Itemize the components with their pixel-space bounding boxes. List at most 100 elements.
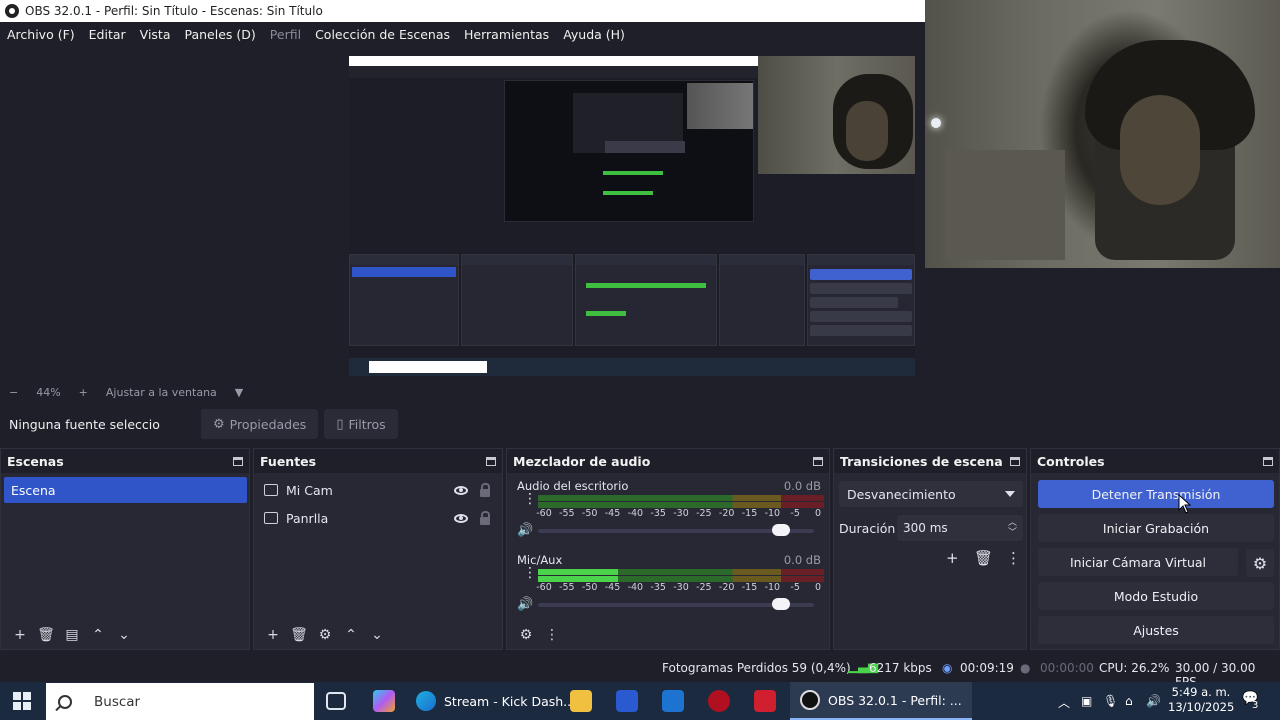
db-tick-label: -60 xyxy=(536,508,552,519)
db-tick-label: -55 xyxy=(559,508,575,519)
filters-button[interactable]: ▯ Filtros xyxy=(324,409,398,439)
menu-paneles[interactable]: Paneles (D) xyxy=(185,27,256,42)
lock-icon[interactable] xyxy=(480,510,490,525)
title-bar: OBS 32.0.1 - Perfil: Sin Título - Escena… xyxy=(0,0,925,22)
settings-button[interactable]: Ajustes xyxy=(1038,616,1274,644)
db-tick-label: -55 xyxy=(559,582,575,593)
menu-herramientas[interactable]: Herramientas xyxy=(464,27,549,42)
studio-mode-button[interactable]: Modo Estudio xyxy=(1038,582,1274,610)
outlook-icon[interactable] xyxy=(662,690,684,712)
undock-icon[interactable] xyxy=(813,456,823,466)
trash-icon[interactable]: 🗑 xyxy=(33,627,59,643)
webcam-feed xyxy=(925,0,1280,268)
db-tick-label: -30 xyxy=(673,582,689,593)
move-up-icon[interactable]: ⌃ xyxy=(338,627,364,643)
store-icon[interactable] xyxy=(616,690,638,712)
zoom-in-button[interactable]: + xyxy=(79,386,88,399)
trash-icon[interactable]: 🗑 xyxy=(974,549,993,567)
kebab-menu-icon[interactable]: ⋮ xyxy=(1006,549,1021,567)
taskbar-search[interactable]: Buscar xyxy=(46,683,314,720)
mixer-settings-icon[interactable]: ⚙ xyxy=(513,627,539,643)
fit-to-window-label[interactable]: Ajustar a la ventana xyxy=(106,386,217,399)
menu-coleccion-escenas[interactable]: Colección de Escenas xyxy=(315,27,450,42)
camera-icon xyxy=(264,484,278,496)
stream-time: 00:09:19 xyxy=(960,661,1014,675)
move-down-icon[interactable]: ⌄ xyxy=(111,627,137,643)
kebab-menu-icon[interactable]: ⋮ xyxy=(523,566,537,580)
undock-icon[interactable] xyxy=(486,456,496,466)
tray-app-icon[interactable]: ▣ xyxy=(1081,694,1092,708)
bitrate: 6217 kbps xyxy=(869,661,932,675)
app-recorder-icon[interactable] xyxy=(754,690,776,712)
speaker-icon[interactable]: 🔊 xyxy=(517,597,533,612)
visibility-eye-icon[interactable] xyxy=(454,485,468,495)
start-virtual-camera-button[interactable]: Iniciar Cámara Virtual xyxy=(1038,548,1238,576)
clock-date: 13/10/2025 xyxy=(1168,700,1235,714)
db-tick-label: -50 xyxy=(581,508,598,519)
taskbar-edge-stream[interactable]: Stream - Kick Dash... xyxy=(416,682,575,720)
menu-editar[interactable]: Editar xyxy=(89,27,126,42)
transition-select[interactable]: Desvanecimiento xyxy=(839,481,1023,507)
taskbar-obs[interactable]: OBS 32.0.1 - Perfil: ... xyxy=(790,682,972,720)
kebab-menu-icon[interactable]: ⋮ xyxy=(539,627,565,643)
menu-vista[interactable]: Vista xyxy=(140,27,171,42)
windows-start-icon[interactable] xyxy=(13,692,31,710)
audio-mixer-dock: Mezclador de audio Audio del escritorio … xyxy=(506,448,830,650)
kebab-menu-icon[interactable]: ⋮ xyxy=(523,492,537,506)
add-icon[interactable]: + xyxy=(7,627,33,643)
zoom-bar: − 44% + Ajustar a la ventana ▼ xyxy=(0,382,1280,402)
db-tick-label: -15 xyxy=(741,508,758,519)
taskbar-clock[interactable]: 5:49 a. m. 13/10/2025 xyxy=(1168,685,1234,715)
volume-slider-handle[interactable] xyxy=(772,598,790,610)
move-down-icon[interactable]: ⌄ xyxy=(364,627,390,643)
filters-icon[interactable]: ▤ xyxy=(59,627,85,643)
properties-button[interactable]: ⚙ Propiedades xyxy=(201,409,319,439)
app-red-icon[interactable] xyxy=(708,690,730,712)
channel-db: 0.0 dB xyxy=(783,553,821,567)
tray-chevron-up-icon[interactable]: ︿ xyxy=(1058,694,1070,711)
db-tick-label: -35 xyxy=(650,508,666,519)
add-icon[interactable]: + xyxy=(260,627,286,643)
menu-perfil: Perfil xyxy=(269,26,302,42)
menu-ayuda[interactable]: Ayuda (H) xyxy=(563,27,625,42)
zoom-dropdown-icon[interactable]: ▼ xyxy=(235,386,243,399)
scenes-dock: Escenas Escena + 🗑 ▤ ⌃ ⌄ xyxy=(0,448,250,650)
menu-archivo[interactable]: Archivo (F) xyxy=(7,27,75,42)
undock-icon[interactable] xyxy=(1010,456,1020,466)
undock-icon[interactable] xyxy=(233,456,243,466)
network-icon[interactable]: ⌂ xyxy=(1125,694,1133,708)
duration-input[interactable]: 300 ms ︿ ﹀ xyxy=(897,515,1023,541)
gear-icon[interactable]: ⚙ xyxy=(312,627,338,643)
speaker-icon[interactable]: 🔊 xyxy=(517,523,533,538)
record-dot-icon: ● xyxy=(1020,661,1031,675)
start-recording-button[interactable]: Iniciar Grabación xyxy=(1038,514,1274,542)
scene-item[interactable]: Escena xyxy=(4,477,247,503)
volume-slider-handle[interactable] xyxy=(772,524,790,536)
volume-icon[interactable]: 🔊 xyxy=(1146,694,1161,708)
db-tick-label: -10 xyxy=(764,508,781,519)
trash-icon[interactable]: 🗑 xyxy=(286,627,312,643)
gear-icon: ⚙ xyxy=(213,416,225,432)
task-view-icon[interactable] xyxy=(326,692,346,710)
stop-stream-button[interactable]: Detener Transmisión xyxy=(1038,480,1274,508)
spinner-arrows-icon[interactable]: ︿ ﹀ xyxy=(1008,518,1017,538)
microphone-icon[interactable]: 🎙 xyxy=(1103,694,1118,708)
source-item[interactable]: Panrlla xyxy=(254,505,502,531)
add-icon[interactable]: + xyxy=(946,549,959,567)
preview-canvas[interactable] xyxy=(349,56,915,376)
source-item[interactable]: Mi Cam xyxy=(254,477,502,503)
lock-icon[interactable] xyxy=(480,482,490,497)
virtual-camera-settings-icon[interactable]: ⚙ xyxy=(1246,549,1274,577)
duration-label: Duración xyxy=(839,521,896,536)
file-explorer-icon[interactable] xyxy=(570,690,592,712)
undock-icon[interactable] xyxy=(1263,456,1273,466)
move-up-icon[interactable]: ⌃ xyxy=(85,627,111,643)
visibility-eye-icon[interactable] xyxy=(454,513,468,523)
copilot-icon[interactable] xyxy=(373,690,395,712)
db-tick-label: -45 xyxy=(604,508,621,519)
db-tick-label: -10 xyxy=(764,582,781,593)
no-source-selected-label: Ninguna fuente seleccionada xyxy=(9,416,161,432)
transitions-title: Transiciones de escena xyxy=(840,453,1003,469)
zoom-out-button[interactable]: − xyxy=(9,386,18,399)
cpu-usage: CPU: 26.2% xyxy=(1099,661,1170,675)
